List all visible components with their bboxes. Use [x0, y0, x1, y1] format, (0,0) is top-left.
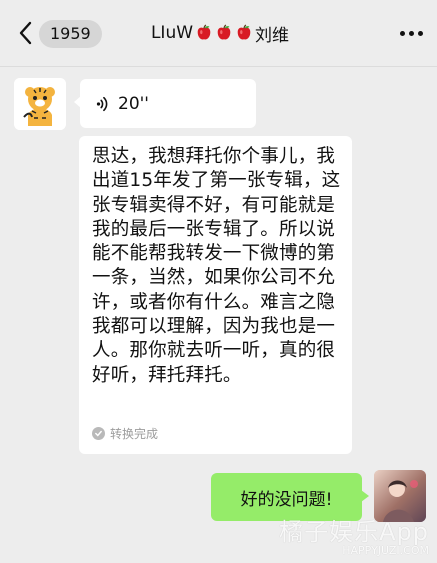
chat-title: LIuW 刘维	[120, 17, 320, 49]
contact-name-suffix: 刘维	[255, 25, 290, 46]
transcript-text: 思达，我想拜托你个事儿，我出道15年发了第一张专辑，这张专辑卖得不好，有可能就是…	[92, 146, 341, 386]
unread-count-badge[interactable]: 1959	[39, 20, 102, 48]
voice-message-bubble[interactable]: 20''	[74, 79, 256, 128]
voice-transcript-bubble[interactable]: 思达，我想拜托你个事儿，我出道15年发了第一张专辑，这张专辑卖得不好，有可能就是…	[79, 136, 352, 454]
reply-message-bubble[interactable]: 好的没问题!	[211, 473, 369, 521]
transcript-status-label: 转换完成	[110, 427, 159, 441]
back-button[interactable]	[14, 18, 36, 48]
more-horizontal-icon	[399, 30, 405, 36]
portrait-icon	[374, 470, 426, 522]
more-button[interactable]	[395, 18, 427, 48]
chat-screen: 1959 LIuW 刘维 20'' 思达，我想拜托你个事儿，我出道15年发了第一…	[0, 0, 437, 563]
check-circle-icon	[92, 427, 105, 440]
contact-name: LIuW	[150, 23, 194, 43]
transcript-status: 转换完成	[92, 425, 158, 442]
apple-emoji-icon	[237, 24, 251, 40]
watermark-sub-text: HAPPYJUZI.COM	[342, 544, 429, 557]
sender-avatar[interactable]	[14, 78, 66, 130]
apple-emoji-icon	[217, 24, 231, 40]
more-horizontal-icon	[417, 30, 423, 36]
chat-header: 1959 LIuW 刘维	[0, 0, 437, 67]
voice-duration: 20''	[118, 93, 149, 114]
chevron-left-icon	[19, 21, 32, 45]
tiger-cartoon-icon	[14, 78, 66, 130]
more-horizontal-icon	[408, 30, 414, 36]
apple-emoji-icon	[197, 24, 211, 40]
user-avatar[interactable]	[374, 470, 426, 522]
voice-wave-icon	[96, 96, 108, 111]
